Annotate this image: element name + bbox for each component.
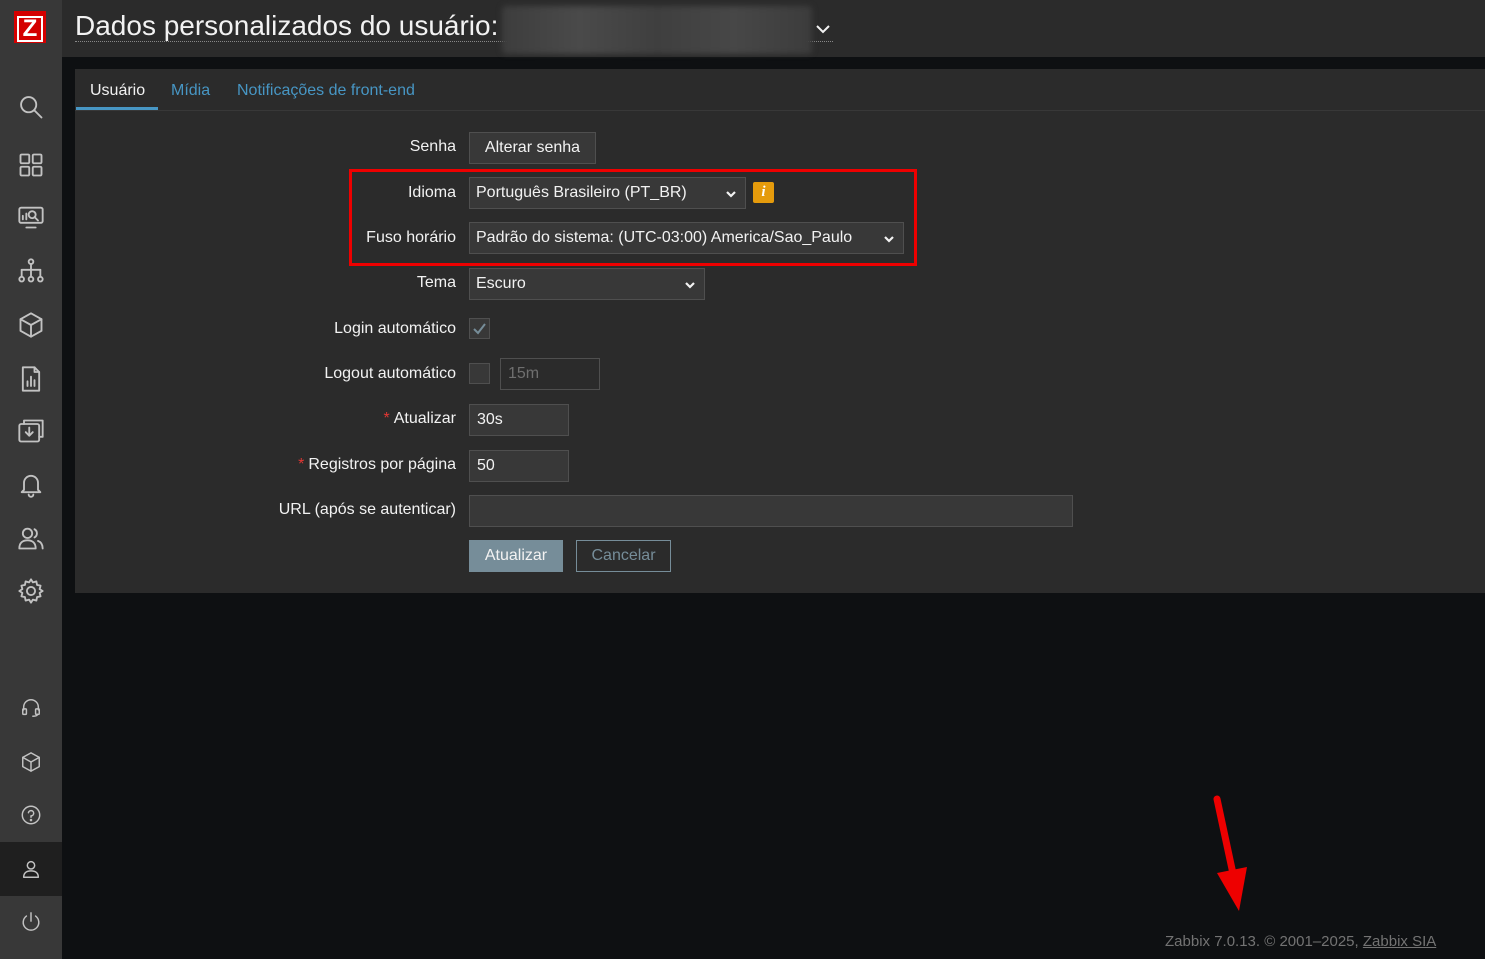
dashboards-icon[interactable] [14,148,48,182]
footer-link[interactable]: Zabbix SIA [1363,933,1436,950]
autologout-label: Logout automático [324,365,456,382]
autologout-checkbox[interactable] [469,363,490,384]
tab-bar: Usuário Mídia Notificações de front-end [75,69,1485,111]
annotation-highlight-box [349,169,917,266]
theme-select[interactable]: Escuro [469,268,705,300]
annotation-arrow [1213,795,1247,911]
chevron-down-icon[interactable] [814,20,832,38]
update-button[interactable]: Atualizar [469,540,563,572]
url-input[interactable] [469,495,1073,527]
rows-per-page-input[interactable]: 50 [469,450,569,482]
sign-out-icon[interactable] [14,905,48,939]
inventory-icon[interactable] [14,308,48,342]
sidebar: Z [0,0,62,959]
chevron-down-icon [684,278,696,290]
zabbix-logo[interactable]: Z [14,11,46,43]
url-label: URL (após se autenticar) [278,501,456,518]
alerts-icon[interactable] [14,467,48,501]
integrations-icon[interactable] [14,745,48,779]
theme-value: Escuro [476,275,526,292]
refresh-input[interactable]: 30s [469,404,569,436]
administration-icon[interactable] [14,574,48,608]
password-label: Senha [409,138,456,155]
required-marker: * [383,410,390,427]
checkmark-icon [473,323,486,335]
change-password-button[interactable]: Alterar senha [469,132,596,164]
tab-frontend-notifications[interactable]: Notificações de front-end [237,82,415,100]
tab-user[interactable]: Usuário [90,82,145,100]
autologin-label: Login automático [334,320,456,337]
users-icon[interactable] [14,521,48,555]
tab-media[interactable]: Mídia [171,82,210,100]
autologin-checkbox[interactable] [469,318,490,339]
refresh-label: * Atualizar [383,410,456,427]
search-icon[interactable] [14,90,48,124]
theme-label: Tema [416,274,456,291]
footer-text: Zabbix 7.0.13. © 2001–2025, [1165,933,1359,950]
user-settings-icon[interactable] [14,852,48,886]
required-marker: * [298,456,305,473]
page-header: Dados personalizados do usuário: [62,0,1485,57]
autologout-input[interactable]: 15m [500,358,600,390]
support-icon[interactable] [14,691,48,725]
cancel-button[interactable]: Cancelar [576,540,671,572]
help-icon[interactable] [14,798,48,832]
redacted-username [502,6,812,54]
data-collection-icon[interactable] [14,414,48,448]
active-tab-underline [76,107,158,110]
footer: Zabbix 7.0.13. © 2001–2025, Zabbix SIA [1165,933,1436,950]
services-icon[interactable] [14,254,48,288]
rows-per-page-label: * Registros por página [298,456,456,473]
reports-icon[interactable] [14,362,48,396]
monitoring-icon[interactable] [14,200,48,234]
page-title: Dados personalizados do usuário: [75,10,499,41]
